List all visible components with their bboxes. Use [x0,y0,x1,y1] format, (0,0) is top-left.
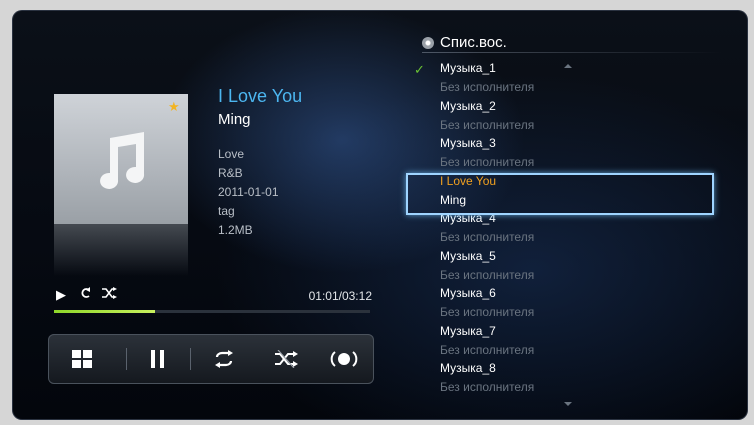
shuffle-off-icon [275,350,298,368]
checkmark-icon: ✓ [414,62,425,77]
track-title: I Love You [218,86,303,106]
shuffle-button[interactable] [260,334,312,384]
album-cover-reflection [54,224,188,276]
music-player-screen: ★ I Love You Ming Love R&B 2011-01-01 ta… [12,10,748,420]
playback-status: ▶ [56,287,121,303]
playlist-item-title: Музыка_5 [440,248,496,263]
pause-button[interactable] [132,334,184,384]
time-display: 01:01/03:12 [308,289,372,303]
playlist-item[interactable]: Музыка_8 Без исполнителя [440,360,710,398]
playlist-item-title: Музыка_8 [440,361,496,375]
selection-highlight [406,173,714,215]
playlist-item-title: Музыка_7 [440,323,496,338]
play-icon: ▶ [56,287,68,302]
playlist-item-title: Музыка_3 [440,136,496,150]
playlist-item[interactable]: Музыка_6 Без исполнителя [440,285,710,323]
playlist-item[interactable]: Музыка_7 Без исполнителя [440,323,710,361]
playlist-item-artist: Без исполнителя [440,117,535,132]
music-note-icon [100,132,145,189]
playlist-divider [422,52,722,53]
playlist-item-artist: Без исполнителя [440,305,535,319]
shuffle-icon [101,287,118,302]
progress-bar[interactable] [54,310,370,313]
track-album: Love [218,147,245,161]
playlist-item-title: Музыка_6 [440,286,496,300]
track-genre: R&B [218,166,243,180]
playlist-item[interactable]: Музыка_5 Без исполнителя [440,248,710,286]
playlist-item-artist: Без исполнителя [440,380,535,394]
favorite-star-icon: ★ [168,99,180,114]
track-tag: tag [218,204,235,218]
playlist-item[interactable]: Музыка_4 Без исполнителя [440,210,710,248]
playlist-item[interactable]: Музыка_2 Без исполнителя [440,98,710,136]
playlist-item-artist: Без исполнителя [440,267,535,282]
repeat-button[interactable] [198,334,250,384]
scroll-down-icon[interactable] [564,402,572,406]
repeat-icon [215,350,233,368]
sound-mode-icon [330,351,358,367]
playlist-item-artist: Без исполнителя [440,155,535,169]
control-panel [48,334,374,384]
playlist-item-artist: Без исполнителя [440,80,535,94]
playlist-item-artist: Без исполнителя [440,342,535,357]
track-artist: Ming [218,111,251,128]
playlist-item[interactable]: ✓ Музыка_1 Без исполнителя [414,60,710,98]
track-date: 2011-01-01 [218,185,279,199]
playlist-header: Спис.вос. [440,34,507,51]
pause-icon [151,350,164,368]
repeat-one-icon [78,287,92,302]
separator [126,348,127,370]
playlist-item-title: Музыка_1 [440,61,496,75]
album-cover: ★ [54,94,188,224]
track-size: 1.2MB [218,223,253,237]
playlist-item-artist: Без исполнителя [440,230,535,244]
grid-view-button[interactable] [56,334,108,384]
grid-view-icon [72,350,92,368]
playlist-item-title: Музыка_2 [440,98,496,113]
sound-mode-button[interactable] [318,334,370,384]
progress-fill [54,310,156,313]
separator [190,348,191,370]
playlist: ✓ Музыка_1 Без исполнителя Музыка_2 Без … [414,60,710,398]
playlist-disc-icon [422,37,434,49]
playlist-item[interactable]: Музыка_3 Без исполнителя [440,135,710,173]
